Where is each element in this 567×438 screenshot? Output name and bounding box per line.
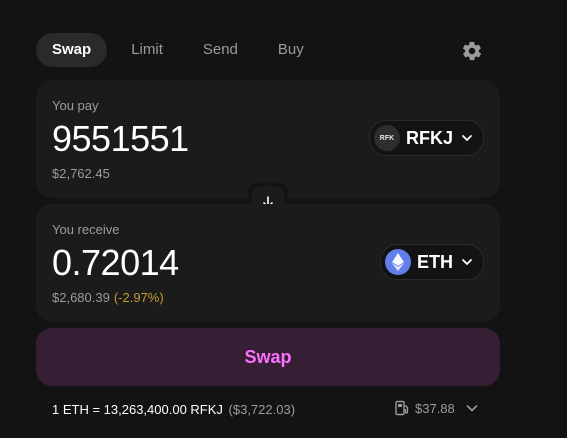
swap-widget: Swap Limit Send Buy You pay 9551551 $2,7… — [0, 0, 567, 438]
exchange-rate-text: 1 ETH = 13,263,400.00 RFKJ — [52, 402, 223, 417]
swap-button[interactable]: Swap — [36, 328, 500, 386]
tab-limit[interactable]: Limit — [115, 33, 179, 67]
rfkj-token-logo: RFK — [373, 125, 400, 151]
receive-token-symbol: ETH — [417, 251, 453, 272]
pay-panel: You pay 9551551 $2,762.45 RFK RFKJ — [36, 80, 500, 198]
pay-token-symbol: RFKJ — [405, 127, 453, 148]
pay-label: You pay — [52, 98, 99, 113]
gas-fee-value: $37.88 — [415, 400, 455, 416]
receive-usd-amount: $2,680.39 — [52, 290, 110, 305]
tab-buy[interactable]: Buy — [262, 33, 320, 67]
gas-fee-toggle[interactable]: $37.88 — [395, 400, 479, 416]
tab-bar: Swap Limit Send Buy — [36, 33, 328, 67]
tab-send[interactable]: Send — [187, 33, 254, 67]
pay-amount-input[interactable]: 9551551 — [52, 118, 189, 160]
pay-usd-value: $2,762.45 — [52, 166, 110, 181]
pay-token-selector[interactable]: RFK RFKJ — [368, 120, 484, 156]
chevron-down-icon — [462, 135, 472, 141]
price-impact: (-2.97%) — [113, 290, 164, 305]
receive-token-selector[interactable]: ETH — [380, 244, 484, 280]
receive-panel: You receive 0.72014 $2,680.39 (-2.97%) ET… — [36, 204, 500, 322]
exchange-rate-usd: ($3,722.03) — [228, 402, 296, 417]
exchange-rate[interactable]: 1 ETH = 13,263,400.00 RFKJ ($3,722.03) — [52, 402, 295, 417]
chevron-down-icon — [462, 259, 472, 265]
chevron-down-icon — [466, 405, 478, 412]
gear-icon[interactable] — [461, 40, 483, 62]
receive-amount-input[interactable]: 0.72014 — [52, 242, 179, 284]
ethereum-icon — [385, 249, 411, 275]
tab-swap[interactable]: Swap — [36, 33, 108, 67]
gas-pump-icon — [395, 400, 409, 416]
receive-usd-value: $2,680.39 (-2.97%) — [52, 290, 164, 305]
receive-label: You receive — [52, 222, 120, 237]
